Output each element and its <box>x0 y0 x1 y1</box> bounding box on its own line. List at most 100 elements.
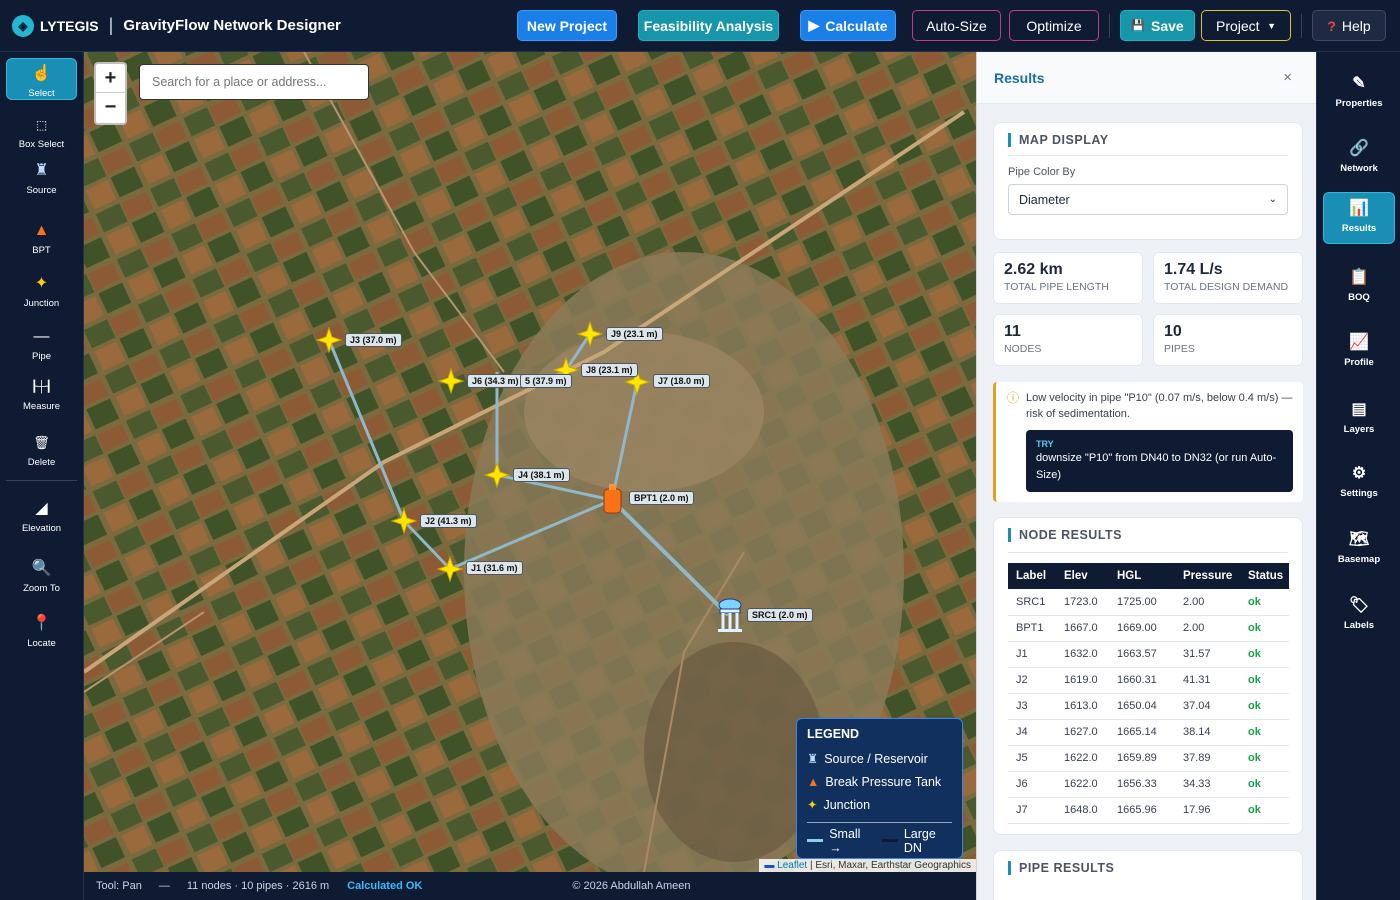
legend-title: LEGEND <box>807 727 860 741</box>
line-chart-icon: 📈 <box>1349 334 1369 351</box>
junction-j3-icon[interactable] <box>315 326 343 354</box>
table-cell: 1669.00 <box>1109 615 1175 642</box>
table-cell: 1660.31 <box>1109 667 1175 694</box>
table-row[interactable]: J6 1622.0 1656.33 34.33 ok <box>1008 771 1289 798</box>
title-separator: | <box>108 15 114 35</box>
tool-box-select[interactable]: ⬚ Box Select <box>6 110 77 150</box>
optimize-button[interactable]: Optimize <box>1009 10 1099 41</box>
junction-j2-icon[interactable] <box>390 507 418 535</box>
stat-value: 2.62 km <box>1004 261 1063 278</box>
zoom-control: + − <box>94 62 127 125</box>
stat-pipes: 10 PIPES <box>1153 314 1303 366</box>
map-canvas[interactable]: J3 (37.0 m) J9 (23.1 m) J6 (34.3 m) 5 (3… <box>84 52 976 872</box>
zoom-out-button[interactable]: − <box>96 93 125 122</box>
junction-j1-icon[interactable] <box>436 555 464 583</box>
close-icon[interactable]: × <box>1283 69 1292 86</box>
zoom-in-button[interactable]: + <box>96 64 125 93</box>
table-cell: 17.96 <box>1175 797 1240 824</box>
line-icon: — <box>33 328 50 345</box>
large-pipe-swatch <box>881 839 898 842</box>
help-button[interactable]: ? Help <box>1312 10 1386 41</box>
toolbar-divider <box>1301 14 1302 38</box>
table-cell: 1650.04 <box>1109 693 1175 720</box>
left-toolbar: ☝ Select ⬚ Box Select ♜ Source ▲ BPT ✦ Juncti… <box>0 52 84 900</box>
status-bar: Tool: Pan — 11 nodes · 10 pipes · 2616 m… <box>84 872 976 900</box>
tool-elevation[interactable]: ◢ Elevation <box>6 494 77 534</box>
table-row[interactable]: J1 1632.0 1663.57 31.57 ok <box>1008 641 1289 668</box>
trash-icon: 🗑 <box>33 435 50 450</box>
panel-tab-label: Labels <box>1343 620 1375 631</box>
tool-junction[interactable]: ✦ Junction <box>6 269 77 309</box>
table-cell: 1619.0 <box>1056 667 1109 694</box>
node-label-j9: J9 (23.1 m) <box>606 327 663 341</box>
tool-source[interactable]: ♜ Source <box>6 156 77 196</box>
panel-tab-boq[interactable]: 📋 BOQ <box>1323 262 1395 303</box>
panel-tab-results[interactable]: 📊 Results <box>1323 192 1395 244</box>
tool-label: Box Select <box>18 139 65 150</box>
node-label-j4: J4 (38.1 m) <box>513 468 570 482</box>
src1-reservoir-icon[interactable] <box>718 598 742 632</box>
project-dropdown[interactable]: Project ▼ <box>1201 10 1291 41</box>
junction-j4-icon[interactable] <box>483 461 511 489</box>
status-copyright: © 2026 Abdullah Ameen <box>572 880 691 892</box>
table-cell: 1659.89 <box>1109 745 1175 772</box>
layers-icon: ▤ <box>1351 401 1367 418</box>
feasibility-analysis-button[interactable]: Feasibility Analysis <box>638 10 779 41</box>
tool-zoom-to[interactable]: 🔍 Zoom To <box>6 554 77 594</box>
save-label: Save <box>1151 17 1184 34</box>
tool-delete[interactable]: 🗑 Delete <box>6 428 77 468</box>
panel-tab-properties[interactable]: ✎ Properties <box>1323 68 1395 109</box>
tool-bpt[interactable]: ▲ BPT <box>6 216 77 256</box>
table-row[interactable]: J5 1622.0 1659.89 37.89 ok <box>1008 745 1289 772</box>
results-panel: Results × MAP DISPLAY Pipe Color By Diam… <box>976 52 1316 900</box>
table-row[interactable]: J3 1613.0 1650.04 37.04 ok <box>1008 693 1289 720</box>
bpt1-tank-icon[interactable] <box>603 484 622 514</box>
junction-j9-icon[interactable] <box>576 320 604 348</box>
table-row[interactable]: J7 1648.0 1665.96 17.96 ok <box>1008 797 1289 824</box>
save-button[interactable]: 💾 Save <box>1120 10 1195 41</box>
tool-pipe[interactable]: — Pipe <box>6 322 77 362</box>
panel-tab-basemap[interactable]: 🗺 Basemap <box>1323 524 1395 565</box>
table-cell: 41.31 <box>1175 667 1240 694</box>
pipe-color-select[interactable]: Diameter ⌄ <box>1008 184 1288 215</box>
panel-tab-settings[interactable]: ⚙ Settings <box>1323 458 1395 499</box>
table-row[interactable]: J4 1627.0 1665.14 38.14 ok <box>1008 719 1289 746</box>
table-row[interactable]: J2 1619.0 1660.31 41.31 ok <box>1008 667 1289 694</box>
table-cell: 1667.0 <box>1056 615 1109 642</box>
table-cell: 1665.14 <box>1109 719 1175 746</box>
leaflet-link[interactable]: Leaflet <box>777 860 807 871</box>
panel-tab-profile[interactable]: 📈 Profile <box>1323 327 1395 368</box>
small-pipe-swatch <box>807 839 824 842</box>
legend-divider <box>807 822 952 823</box>
legend-bpt-label: Break Pressure Tank <box>825 774 942 789</box>
table-cell: ok <box>1240 641 1289 668</box>
table-cell: J7 <box>1008 797 1056 824</box>
panel-tab-network[interactable]: 🔗 Network <box>1323 133 1395 174</box>
panel-tab-label: Settings <box>1340 488 1378 499</box>
legend-pipe-scale: Small → Large DN <box>807 827 952 855</box>
panel-tab-layers[interactable]: ▤ Layers <box>1323 394 1395 435</box>
panel-tab-labels[interactable]: 🏷 Labels <box>1323 590 1395 631</box>
node-label-j5: 5 (37.9 m) <box>520 374 572 388</box>
tank-icon: ▲ <box>33 222 50 239</box>
node-results-title: NODE RESULTS <box>1008 528 1288 542</box>
legend-bpt: ▲ Break Pressure Tank <box>807 770 952 793</box>
panel-tab-label: Properties <box>1335 98 1383 109</box>
search-input[interactable] <box>139 64 369 100</box>
node-label-j6: J6 (34.3 m) <box>467 374 524 388</box>
tool-locate[interactable]: 📍 Locate <box>6 609 77 649</box>
elevation-icon: ◢ <box>35 500 48 517</box>
calculate-button[interactable]: ▶ Calculate <box>800 10 896 41</box>
new-project-button[interactable]: New Project <box>517 10 617 41</box>
tool-select[interactable]: ☝ Select <box>6 58 77 100</box>
tool-measure[interactable]: ┠┼┨ Measure <box>6 372 77 412</box>
try-text: downsize "P10" from DN40 to DN32 (or run… <box>1036 452 1277 481</box>
table-row[interactable]: BPT1 1667.0 1669.00 2.00 ok <box>1008 615 1289 642</box>
tank-icon: ▲ <box>807 774 820 789</box>
table-cell: ok <box>1240 771 1289 798</box>
table-header-row: Label Elev HGL Pressure Status <box>1008 563 1289 589</box>
node-label-bpt1: BPT1 (2.0 m) <box>629 491 694 505</box>
auto-size-button[interactable]: Auto-Size <box>912 10 1001 41</box>
junction-j6-icon[interactable] <box>437 367 465 395</box>
table-row[interactable]: SRC1 1723.0 1725.00 2.00 ok <box>1008 589 1289 616</box>
